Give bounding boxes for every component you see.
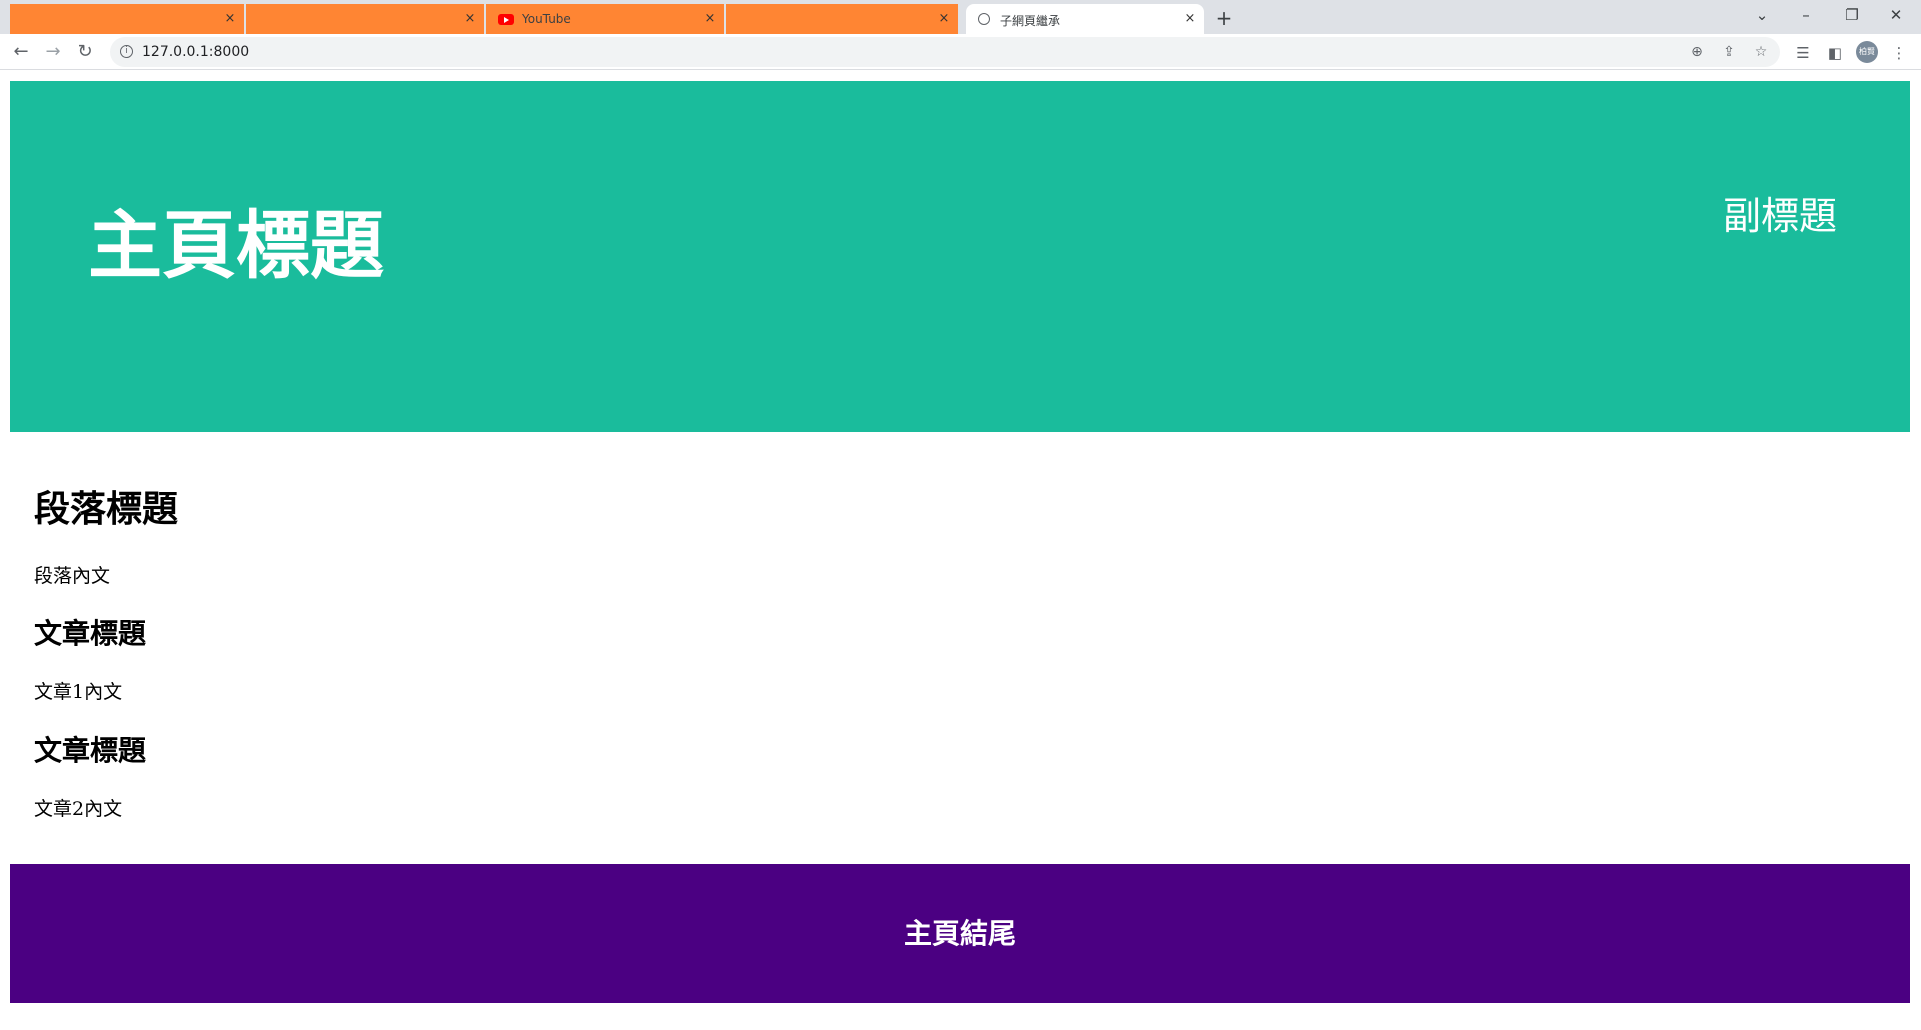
globe-icon (978, 13, 990, 25)
back-icon[interactable]: ← (8, 39, 34, 65)
site-info-icon[interactable]: i (120, 45, 133, 58)
bookmark-star-icon[interactable]: ☆ (1750, 42, 1772, 62)
avatar[interactable]: 柏賢 (1856, 41, 1878, 63)
browser-tab-active[interactable]: 子網頁繼承 × (966, 4, 1204, 34)
browser-toolbar: ← → ↻ i 127.0.0.1:8000 ⊕ ⇪ ☆ ☰ ◧ 柏賢 ⋮ (0, 34, 1921, 70)
tab-search-icon[interactable]: ⌄ (1742, 3, 1782, 27)
article-title: 文章標題 (34, 617, 147, 650)
section-text: 段落內文 (34, 565, 111, 587)
menu-kebab-icon[interactable]: ⋮ (1888, 43, 1910, 63)
minimize-icon[interactable]: – (1786, 3, 1826, 27)
close-icon[interactable]: × (222, 11, 238, 27)
share-icon[interactable]: ⇪ (1718, 42, 1740, 62)
zoom-icon[interactable]: ⊕ (1686, 42, 1708, 62)
reading-list-icon[interactable]: ☰ (1792, 43, 1814, 63)
browser-tab[interactable]: × (10, 4, 244, 34)
side-panel-icon[interactable]: ◧ (1824, 43, 1846, 63)
article-title: 文章標題 (34, 734, 147, 767)
browser-tab-youtube[interactable]: YouTube × (486, 4, 724, 34)
article-text: 文章1內文 (34, 681, 123, 703)
address-bar[interactable]: i 127.0.0.1:8000 ⊕ ⇪ ☆ (110, 37, 1780, 67)
footer-text: 主頁結尾 (903, 917, 1016, 950)
close-icon[interactable]: × (462, 11, 478, 27)
close-icon[interactable]: × (702, 11, 718, 27)
restore-icon[interactable]: ❐ (1832, 3, 1872, 27)
youtube-icon (498, 14, 514, 25)
section-title: 段落標題 (34, 489, 179, 530)
reload-icon[interactable]: ↻ (72, 39, 98, 65)
close-icon[interactable]: × (936, 11, 952, 27)
page-footer: 主頁結尾 (10, 864, 1910, 1003)
url-text[interactable]: 127.0.0.1:8000 (142, 44, 249, 60)
page-subtitle: 副標題 (1723, 194, 1838, 238)
tab-title: 子網頁繼承 (1000, 14, 1061, 28)
window-close-icon[interactable]: ✕ (1876, 3, 1916, 27)
page-header: 主頁標題 副標題 (10, 81, 1910, 432)
browser-tab[interactable]: × (726, 4, 958, 34)
browser-tab-strip: × × YouTube × × 子網頁繼承 × + ⌄ – ❐ ✕ (0, 0, 1921, 34)
article-text: 文章2內文 (34, 798, 123, 820)
tab-title: YouTube (522, 12, 571, 26)
browser-tab[interactable]: × (246, 4, 484, 34)
new-tab-button[interactable]: + (1212, 7, 1236, 31)
forward-icon[interactable]: → (40, 39, 66, 65)
page-title: 主頁標題 (88, 203, 384, 289)
close-icon[interactable]: × (1182, 11, 1198, 27)
